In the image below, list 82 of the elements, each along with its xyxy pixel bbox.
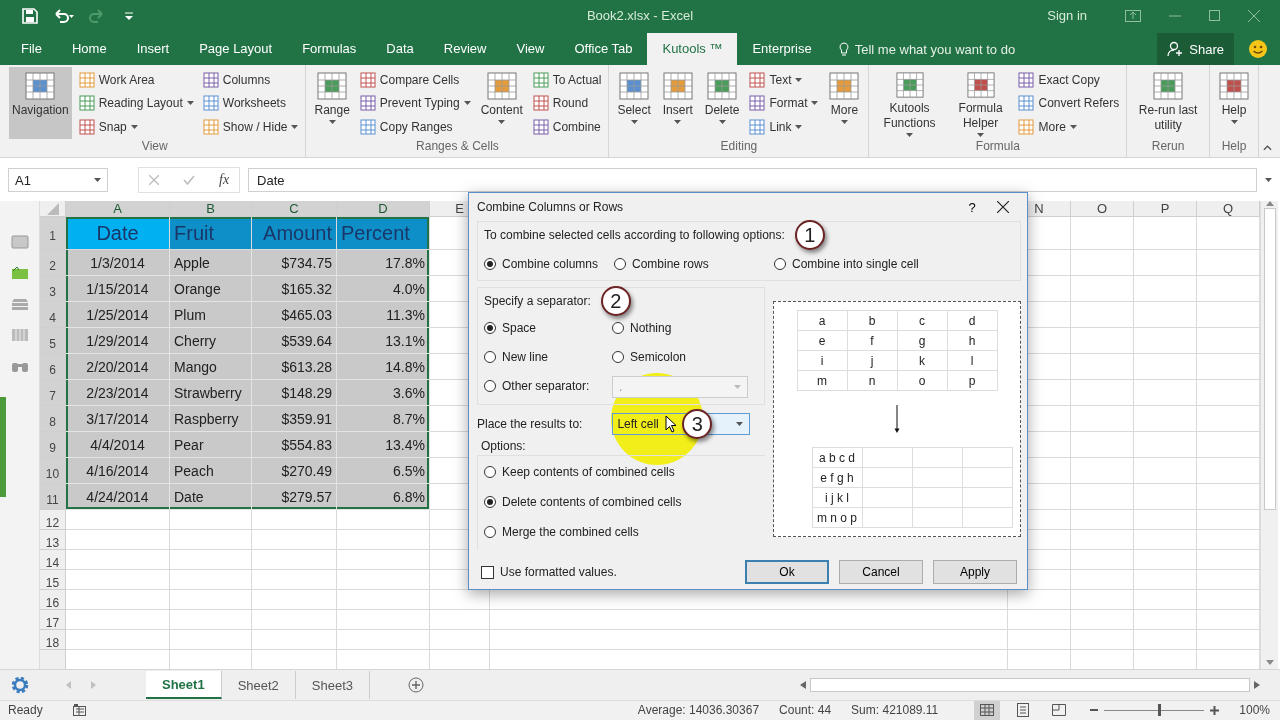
table-cell: $148.29: [252, 380, 337, 407]
table-cell: Mango: [170, 354, 252, 381]
preview-cell: i: [797, 351, 848, 371]
table-cell: $613.28: [252, 354, 337, 381]
status-stat: Average: 14036.30367: [637, 703, 760, 718]
group-label: View: [140, 139, 169, 156]
group-label: Help: [1220, 139, 1248, 156]
table-cell: 4/16/2014: [66, 458, 170, 485]
table-cell: 1/25/2014: [66, 302, 170, 329]
preview-cell: l: [947, 351, 998, 371]
preview-cell: d: [947, 311, 998, 331]
table-cell: $270.49: [252, 458, 337, 485]
group-label: Rerun: [1150, 139, 1186, 156]
table-cell: $539.64: [252, 328, 337, 355]
table-cell: Date: [66, 217, 170, 251]
table-cell: 8.7%: [337, 406, 430, 433]
table-cell: $554.83: [252, 432, 337, 459]
group-label: Editing: [719, 139, 759, 156]
table-cell: $465.03: [252, 302, 337, 329]
preview-cell: m n o p: [812, 508, 863, 528]
table-cell: 4/4/2014: [66, 432, 170, 459]
step-callout: 3: [682, 409, 713, 439]
preview-cell: g: [897, 331, 948, 351]
preview-cell: o: [897, 371, 948, 391]
table-cell: 3.6%: [337, 380, 430, 407]
step-callout: 2: [600, 286, 631, 316]
preview-cell: n: [847, 371, 898, 391]
preview-cell: b: [847, 311, 898, 331]
step-callout: 1: [794, 220, 825, 250]
table-cell: 13.1%: [337, 328, 430, 355]
group-label: Formula: [974, 139, 1021, 156]
table-cell: 6.5%: [337, 458, 430, 485]
table-cell: Date: [170, 484, 252, 511]
table-cell: 11.3%: [337, 302, 430, 329]
table-cell: $279.57: [252, 484, 337, 511]
preview-cell: c: [897, 311, 948, 331]
table-cell: Orange: [170, 276, 252, 303]
window-title: Book2.xlsx - Excel: [586, 8, 694, 24]
table-cell: Plum: [170, 302, 252, 329]
table-cell: Cherry: [170, 328, 252, 355]
preview-cell: i j k l: [812, 488, 863, 508]
table-cell: Amount: [252, 217, 337, 251]
table-cell: 1/29/2014: [66, 328, 170, 355]
preview-cell: h: [947, 331, 998, 351]
table-cell: 4.0%: [337, 276, 430, 303]
section-label: Options:: [480, 438, 527, 453]
section-label: Specify a separator:: [484, 294, 591, 308]
preview-cell: a: [797, 311, 848, 331]
preview-cell: e f g h: [812, 468, 863, 488]
preview-cell: m: [797, 371, 848, 391]
table-cell: Percent: [337, 217, 430, 251]
table-cell: $165.32: [252, 276, 337, 303]
table-cell: 1/15/2014: [66, 276, 170, 303]
table-cell: Raspberry: [170, 406, 252, 433]
status-stat: Count: 44: [779, 703, 832, 718]
table-cell: 6.8%: [337, 484, 430, 511]
table-cell: Strawberry: [170, 380, 252, 407]
preview-cell: k: [897, 351, 948, 371]
table-cell: 4/24/2014: [66, 484, 170, 511]
preview-cell: p: [947, 371, 998, 391]
preview-cell: f: [847, 331, 898, 351]
table-cell: 14.8%: [337, 354, 430, 381]
group-label: Ranges & Cells: [415, 139, 500, 156]
table-cell: $734.75: [252, 250, 337, 277]
table-cell: 2/20/2014: [66, 354, 170, 381]
section-label: To combine selected cells according to following options:: [484, 228, 785, 242]
table-cell: 1/3/2014: [66, 250, 170, 277]
table-cell: Pear: [170, 432, 252, 459]
status-stat: Sum: 421089.11: [851, 703, 939, 718]
field-label: Place the results to:: [477, 417, 583, 431]
table-cell: Peach: [170, 458, 252, 485]
table-cell: 3/17/2014: [66, 406, 170, 433]
table-cell: $359.91: [252, 406, 337, 433]
table-cell: 17.8%: [337, 250, 430, 277]
table-cell: 2/23/2014: [66, 380, 170, 407]
table-cell: Apple: [170, 250, 252, 277]
table-cell: Fruit: [170, 217, 252, 251]
status-text: Ready: [8, 703, 43, 718]
preview-cell: a b c d: [812, 448, 863, 468]
table-cell: 13.4%: [337, 432, 430, 459]
preview-cell: e: [797, 331, 848, 351]
preview-cell: j: [847, 351, 898, 371]
